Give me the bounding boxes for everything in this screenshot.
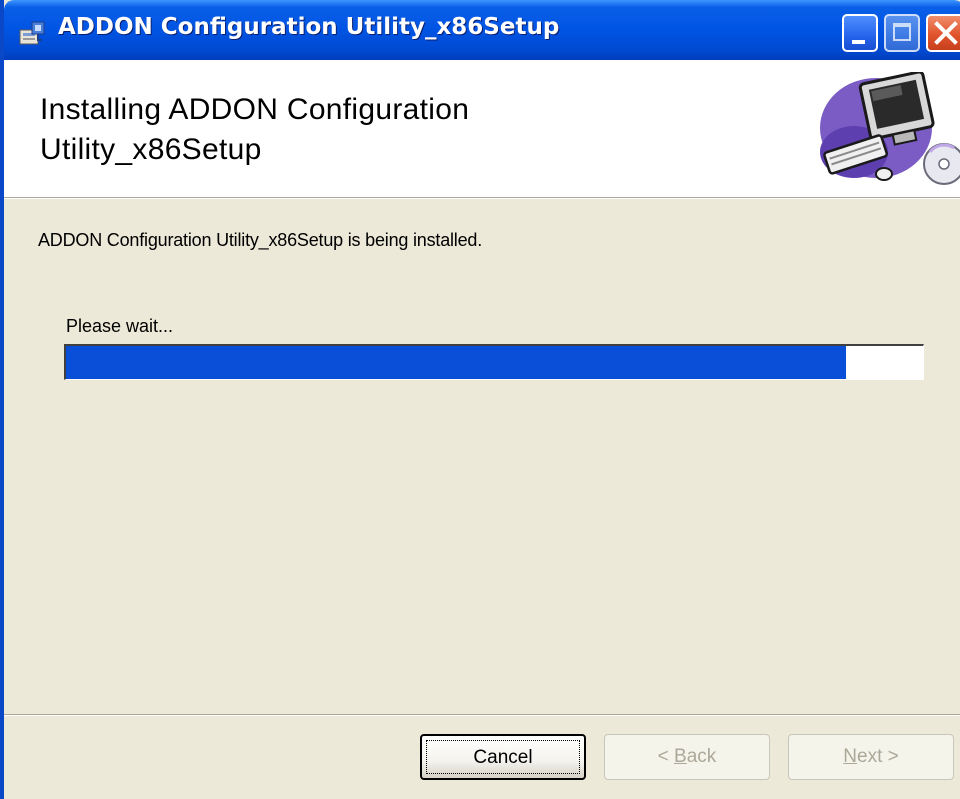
progress-bar <box>64 344 924 380</box>
back-button[interactable]: < Back <box>604 734 770 780</box>
progress-fill <box>66 346 846 379</box>
installer-icon <box>19 21 45 45</box>
back-prefix: < <box>657 746 675 767</box>
header-divider <box>4 198 960 199</box>
installer-window: ADDON Configuration Utility_x86Setup Ins… <box>0 0 960 799</box>
back-accelerator: B <box>674 746 687 767</box>
minimize-button[interactable] <box>842 14 878 52</box>
title-bar[interactable]: ADDON Configuration Utility_x86Setup <box>4 0 960 60</box>
next-label-rest: ext <box>857 746 883 767</box>
footer-divider-highlight <box>4 715 960 716</box>
page-title: Installing ADDON Configuration Utility_x… <box>40 93 470 166</box>
computer-graphic <box>820 72 960 185</box>
close-button[interactable] <box>926 14 960 52</box>
close-icon <box>934 21 958 45</box>
next-accelerator: N <box>843 746 857 767</box>
next-button[interactable]: Next > <box>788 734 954 780</box>
back-label-rest: ack <box>686 746 717 767</box>
progress-label: Please wait... <box>66 316 174 336</box>
next-suffix: > <box>882 746 899 767</box>
maximize-button[interactable] <box>884 14 920 52</box>
window-title: ADDON Configuration Utility_x86Setup <box>58 14 560 40</box>
status-text: ADDON Configuration Utility_x86Setup is … <box>38 230 483 250</box>
cancel-button[interactable]: Cancel <box>420 734 586 780</box>
header-panel: Installing ADDON Configuration Utility_x… <box>4 60 960 198</box>
cancel-label: Cancel <box>473 747 533 768</box>
